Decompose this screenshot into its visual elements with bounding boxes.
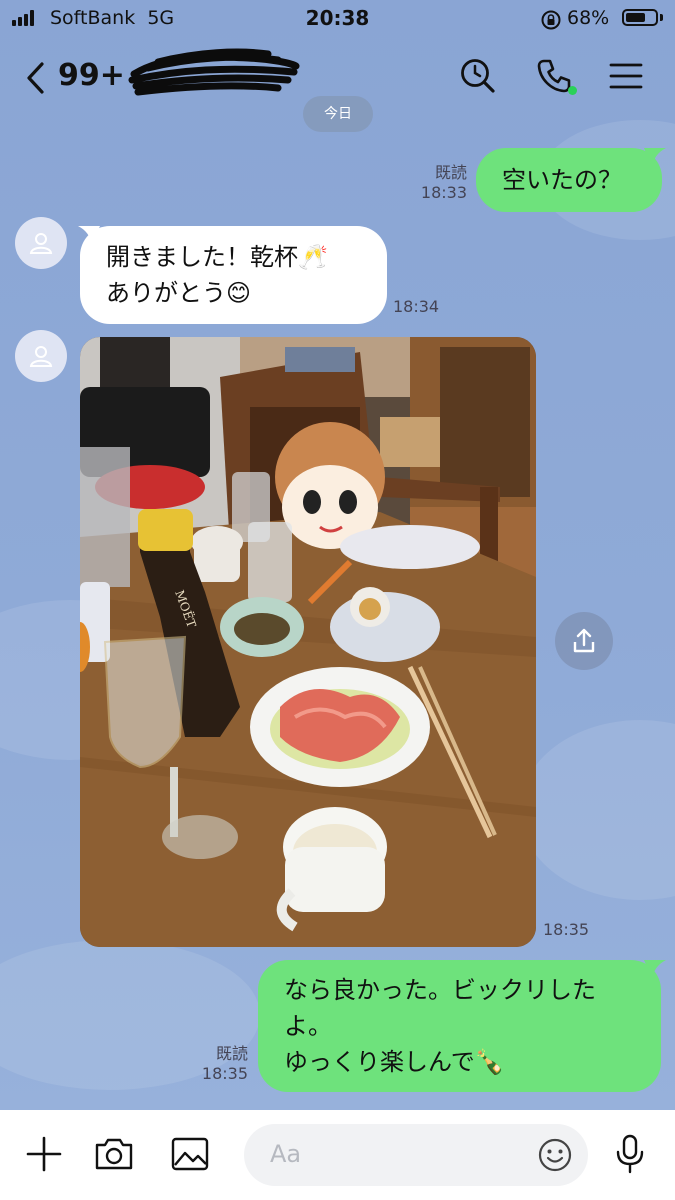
read-receipt: 既読 <box>215 1044 248 1063</box>
message-text: よ。 <box>284 1012 332 1040</box>
message-bubble-received[interactable]: 開きました！乾杯🥂 ありがとう😊 <box>80 226 387 324</box>
read-receipt: 既読 <box>434 163 467 182</box>
message-text: 空いたの？ <box>502 166 622 194</box>
message-text: なら良かった。ビックリした <box>284 976 596 1004</box>
message-time: 18:33 <box>420 183 467 202</box>
rotation-lock-icon <box>541 10 561 30</box>
message-meta: 既読 18:33 <box>405 163 467 203</box>
message-time: 18:35 <box>201 1064 248 1083</box>
date-separator: 今日 <box>303 96 373 132</box>
bubble-tail <box>644 960 666 978</box>
plus-icon[interactable] <box>22 1132 66 1176</box>
message-input[interactable]: Aa <box>244 1124 588 1186</box>
camera-icon[interactable] <box>92 1132 136 1176</box>
menu-icon[interactable] <box>606 56 646 96</box>
party-table-photo: MOËT <box>80 337 536 947</box>
user-icon <box>29 346 53 367</box>
avatar[interactable] <box>15 330 67 382</box>
battery-percent: 68% <box>567 7 610 29</box>
message-meta: 既読 18:35 <box>190 1044 248 1084</box>
avatar[interactable] <box>15 217 67 269</box>
user-icon <box>29 233 53 254</box>
search-clock-icon[interactable] <box>458 56 498 96</box>
message-text: ゆっくり楽しんで🍾 <box>284 1048 505 1076</box>
share-icon <box>573 628 595 653</box>
message-text: ありがとう😊 <box>106 279 252 307</box>
bubble-tail <box>644 148 666 166</box>
message-time: 18:35 <box>543 920 590 939</box>
unread-count[interactable]: 99+ <box>58 58 125 93</box>
microphone-icon[interactable] <box>608 1132 652 1176</box>
battery-icon <box>622 9 658 26</box>
photo-message[interactable]: MOËT <box>80 337 536 947</box>
message-time: 18:34 <box>393 297 440 316</box>
image-icon[interactable] <box>168 1132 212 1176</box>
message-text: 開きました！乾杯🥂 <box>106 243 328 271</box>
message-bubble-sent[interactable]: 空いたの？ <box>476 148 662 212</box>
redacted-contact-name <box>128 48 300 96</box>
emoji-icon[interactable] <box>536 1136 574 1174</box>
message-input-bar: Aa <box>0 1110 675 1200</box>
message-bubble-sent[interactable]: なら良かった。ビックリした よ。 ゆっくり楽しんで🍾 <box>258 960 661 1092</box>
share-button[interactable] <box>555 612 613 670</box>
status-bar: SoftBank 5G 20:38 68% <box>0 0 675 36</box>
input-placeholder: Aa <box>270 1140 302 1168</box>
chevron-left-icon[interactable] <box>22 58 54 98</box>
online-dot <box>568 86 577 95</box>
